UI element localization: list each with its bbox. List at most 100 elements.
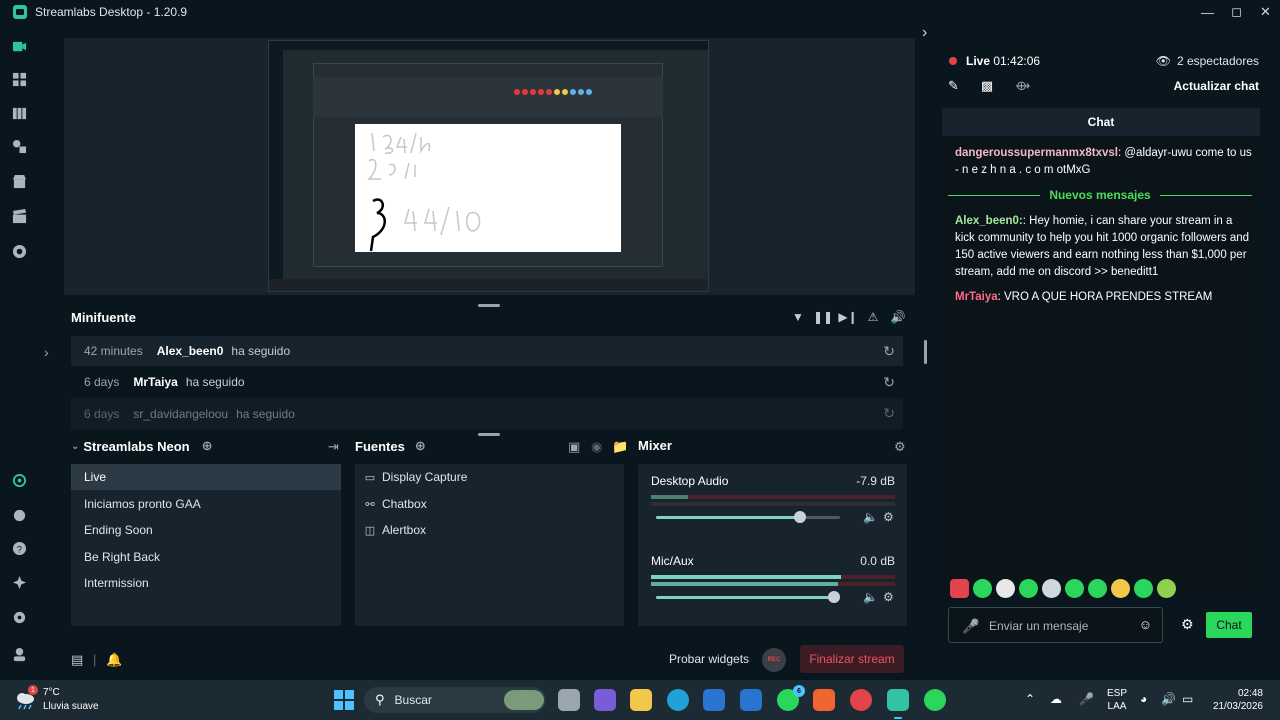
battery-icon[interactable]: ▭: [1182, 692, 1193, 706]
streamlabs-taskbar-icon[interactable]: [887, 689, 909, 711]
scene-item[interactable]: Intermission: [71, 570, 341, 596]
task-view-icon[interactable]: [558, 689, 580, 711]
test-widgets-button[interactable]: Probar widgets: [669, 652, 749, 666]
finish-stream-button[interactable]: Finalizar stream: [800, 645, 904, 673]
scrollbar[interactable]: [924, 340, 927, 364]
chevron-down-icon[interactable]: ⌄: [71, 441, 79, 452]
preview-resize-handle[interactable]: [478, 304, 500, 307]
nav-recordings-icon[interactable]: [11, 243, 27, 259]
volume-slider[interactable]: [656, 511, 840, 523]
chat-input[interactable]: [989, 616, 1129, 636]
source-visibility-icon[interactable]: ◉: [591, 439, 602, 455]
maximize-button[interactable]: ◻: [1222, 0, 1251, 24]
show-hidden-icons-icon[interactable]: ⌃: [1025, 692, 1035, 706]
emote-icon[interactable]: [1111, 579, 1130, 598]
file-explorer-icon[interactable]: [630, 689, 652, 711]
nav-profile-icon[interactable]: [11, 646, 27, 662]
notifications-bell-icon[interactable]: 🔔: [106, 652, 122, 668]
chat-settings-gear-icon[interactable]: ⚙: [1181, 616, 1194, 633]
clock[interactable]: 02:48 21/03/2026: [1206, 687, 1263, 713]
share-icon[interactable]: ⟴: [1015, 78, 1030, 94]
scene-transition-icon[interactable]: ⇥: [328, 439, 339, 455]
stream-dashboard-icon[interactable]: ▩: [981, 78, 993, 94]
nav-themes-icon[interactable]: [11, 138, 27, 154]
windows-start-icon[interactable]: [334, 690, 354, 710]
chat-username[interactable]: MrTaiya: [955, 291, 998, 303]
ms-store-icon[interactable]: [703, 689, 725, 711]
volume-tray-icon[interactable]: 🔊: [1161, 692, 1176, 706]
nav-ultra-icon[interactable]: [11, 472, 27, 488]
emoji-picker-icon[interactable]: ☺: [1139, 617, 1152, 632]
emote-icon[interactable]: [1134, 579, 1153, 598]
add-scene-icon[interactable]: ⊕: [202, 438, 213, 454]
nav-editor-icon[interactable]: [11, 38, 27, 54]
wifi-icon[interactable]: ◕: [1140, 692, 1147, 706]
nav-settings-gear-icon[interactable]: [11, 609, 27, 625]
replay-icon[interactable]: ↻: [883, 405, 895, 422]
close-button[interactable]: ✕: [1251, 0, 1280, 24]
skip-icon[interactable]: ▶❙: [838, 309, 857, 325]
mixer-settings-gear-icon[interactable]: ⚙: [894, 439, 906, 455]
send-chat-button[interactable]: Chat: [1206, 612, 1252, 638]
emote-icon[interactable]: [996, 579, 1015, 598]
nav-help-icon[interactable]: ?: [11, 540, 27, 556]
emote-icon[interactable]: [1157, 579, 1176, 598]
source-properties-icon[interactable]: ▣: [568, 439, 580, 455]
edge-browser-icon[interactable]: [667, 689, 689, 711]
performance-chart-icon[interactable]: ▤: [71, 652, 83, 668]
scene-item[interactable]: Ending Soon: [71, 517, 341, 543]
nav-studio-mode-icon[interactable]: [11, 105, 27, 121]
source-folder-icon[interactable]: 📁: [612, 439, 628, 455]
whatsapp-icon[interactable]: 6: [777, 685, 805, 711]
dock-resize-handle[interactable]: [478, 433, 500, 436]
tray-mic-icon[interactable]: 🎤: [1079, 692, 1094, 706]
edit-stream-info-icon[interactable]: ✎: [948, 78, 959, 94]
emote-icon[interactable]: [1042, 579, 1061, 598]
nav-alert-settings-icon[interactable]: [11, 507, 27, 523]
spotify-icon[interactable]: [924, 689, 946, 711]
channel-gear-icon[interactable]: ⚙: [883, 510, 894, 524]
record-button[interactable]: REC: [762, 648, 786, 672]
emote-icon[interactable]: [973, 579, 992, 598]
scene-collection-name[interactable]: Streamlabs Neon: [83, 439, 189, 454]
microphone-icon[interactable]: 🎤: [962, 618, 979, 635]
source-item[interactable]: ▭ Display Capture: [363, 464, 468, 490]
add-source-icon[interactable]: ⊕: [415, 438, 426, 454]
emote-icon[interactable]: [1065, 579, 1084, 598]
replay-icon[interactable]: ↻: [883, 343, 895, 360]
copilot-icon[interactable]: [594, 689, 616, 711]
emote-icon[interactable]: [1088, 579, 1107, 598]
update-chat-button[interactable]: Actualizar chat: [1174, 79, 1259, 93]
chat-username[interactable]: dangeroussupermanmx8txvsl: [955, 147, 1118, 159]
nav-highlighter-icon[interactable]: [11, 208, 27, 224]
scene-item[interactable]: Iniciamos pronto GAA: [71, 491, 341, 517]
brave-like-app-icon[interactable]: [813, 689, 835, 711]
scene-item[interactable]: Be Right Back: [71, 544, 341, 570]
nav-layouts-icon[interactable]: [11, 71, 27, 87]
collapse-chat-chevron-icon[interactable]: ›: [922, 24, 927, 42]
minimize-button[interactable]: —: [1193, 0, 1222, 24]
source-item[interactable]: ◫ Alertbox: [363, 517, 426, 543]
source-item[interactable]: ⚯ Chatbox: [363, 491, 426, 517]
pause-icon[interactable]: ❚❚: [813, 309, 833, 325]
mute-speaker-icon[interactable]: 🔈: [863, 590, 878, 604]
chat-input-box[interactable]: 🎤 ☺: [948, 607, 1163, 643]
taskbar-search[interactable]: ⚲ Buscar: [364, 687, 546, 713]
chat-username[interactable]: Alex_been0:: [955, 215, 1023, 227]
input-language[interactable]: ESP LAA: [1107, 687, 1127, 713]
replay-icon[interactable]: ↻: [883, 374, 895, 391]
scene-item[interactable]: Live: [71, 464, 341, 490]
channel-gear-icon[interactable]: ⚙: [883, 590, 894, 604]
nav-ai-icon[interactable]: [11, 574, 27, 590]
emote-icon[interactable]: [950, 579, 969, 598]
mute-alerts-icon[interactable]: ⚠: [865, 309, 881, 325]
expand-left-chevron-icon[interactable]: ›: [44, 344, 49, 360]
volume-slider[interactable]: [656, 591, 840, 603]
chrome-icon[interactable]: [850, 689, 872, 711]
filter-icon[interactable]: ▼: [790, 309, 806, 325]
volume-icon[interactable]: 🔊: [890, 309, 906, 325]
mail-icon[interactable]: [740, 689, 762, 711]
nav-store-icon[interactable]: [11, 173, 27, 189]
mute-speaker-icon[interactable]: 🔈: [863, 510, 878, 524]
tray-app-icon[interactable]: ☁: [1050, 692, 1062, 706]
